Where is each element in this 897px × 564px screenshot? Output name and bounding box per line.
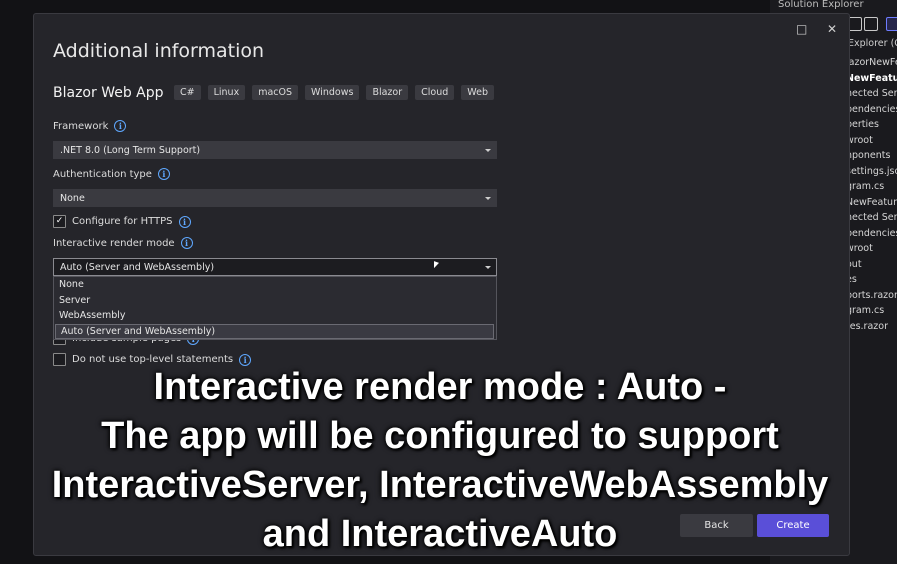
solution-tree: lazorNewFeNewFeaturenected Servpendencie… — [846, 55, 897, 334]
solution-tree-item[interactable]: wroot — [846, 241, 897, 257]
solution-tree-item[interactable]: pendencies — [846, 102, 897, 118]
solution-tree-item[interactable]: gram.cs — [846, 303, 897, 319]
solution-explorer-toolbar — [842, 15, 897, 35]
solution-explorer-search[interactable]: Explorer (C — [848, 38, 897, 49]
caption-line: The app will be configured to support — [101, 415, 779, 457]
auth-label-text: Authentication type — [53, 168, 152, 180]
caption-line: InteractiveServer, InteractiveWebAssembl… — [51, 464, 829, 506]
dialog-title: Additional information — [53, 40, 265, 62]
render-mode-option[interactable]: Server — [54, 293, 496, 309]
template-tag: Windows — [305, 85, 360, 100]
auth-select[interactable]: None — [53, 189, 497, 207]
framework-label-text: Framework — [53, 120, 109, 132]
chevron-down-icon — [485, 197, 491, 200]
solution-tree-item[interactable]: lazorNewFe — [846, 55, 897, 71]
info-icon[interactable]: i — [178, 215, 191, 228]
chevron-down-icon — [485, 266, 491, 269]
render-mode-option[interactable]: Auto (Server and WebAssembly) — [55, 323, 494, 339]
template-tag: C# — [174, 85, 201, 100]
solution-tree-item[interactable]: settings.jso — [846, 164, 897, 180]
solution-explorer-title: Solution Explorer — [778, 0, 864, 10]
project-template-name: Blazor Web App — [53, 85, 164, 101]
solution-tree-item[interactable]: es — [846, 272, 897, 288]
auth-value: None — [60, 193, 85, 204]
chevron-down-icon — [485, 149, 491, 152]
template-tags: C# Linux macOS Windows Blazor Cloud Web — [174, 85, 494, 100]
info-icon[interactable]: i — [157, 168, 170, 180]
render-mode-option[interactable]: None — [54, 277, 496, 293]
solution-tree-item[interactable]: tes.razor — [846, 319, 897, 335]
solution-tree-item[interactable]: nponents — [846, 148, 897, 164]
solution-tree-item[interactable]: pendencies — [846, 226, 897, 242]
caption-line: and InteractiveAuto — [262, 513, 618, 555]
render-mode-option[interactable]: WebAssembly — [54, 308, 496, 324]
close-icon[interactable]: ✕ — [827, 22, 837, 36]
view-toggle-icon[interactable] — [886, 17, 897, 31]
https-checkbox-row[interactable]: ✓ Configure for HTTPS i — [53, 215, 191, 228]
framework-select[interactable]: .NET 8.0 (Long Term Support) — [53, 141, 497, 159]
info-icon[interactable]: i — [180, 237, 193, 249]
solution-tree-item[interactable]: nected Serv — [846, 210, 897, 226]
maximize-icon[interactable]: □ — [796, 22, 807, 36]
solution-tree-item[interactable]: wroot — [846, 133, 897, 149]
https-label: Configure for HTTPS — [72, 216, 173, 227]
solution-tree-item[interactable]: NewFeature — [846, 195, 897, 211]
template-tag: Linux — [207, 85, 246, 100]
collapse-icon[interactable] — [864, 17, 878, 31]
auth-label: Authentication type i — [53, 168, 170, 180]
https-checkbox[interactable]: ✓ — [53, 215, 66, 228]
render-mode-dropdown-list: None Server WebAssembly Auto (Server and We… — [53, 276, 497, 340]
render-mode-label: Interactive render mode i — [53, 237, 193, 249]
mouse-cursor-icon — [434, 261, 439, 270]
solution-tree-item[interactable]: out — [846, 257, 897, 273]
template-tag: Web — [461, 85, 494, 100]
render-mode-select[interactable]: Auto (Server and WebAssembly) — [53, 258, 497, 276]
sync-icon[interactable] — [848, 17, 862, 31]
template-tag: Cloud — [415, 85, 455, 100]
solution-tree-item[interactable]: NewFeature — [846, 71, 897, 87]
solution-tree-item[interactable]: perties — [846, 117, 897, 133]
framework-label: Framework i — [53, 120, 127, 132]
render-mode-label-text: Interactive render mode — [53, 237, 175, 249]
framework-value: .NET 8.0 (Long Term Support) — [60, 145, 201, 156]
solution-tree-item[interactable]: ports.razor — [846, 288, 897, 304]
info-icon[interactable]: i — [114, 120, 127, 132]
render-mode-value: Auto (Server and WebAssembly) — [60, 262, 215, 273]
video-caption: Interactive render mode : Auto - The app… — [0, 363, 880, 559]
solution-tree-item[interactable]: gram.cs — [846, 179, 897, 195]
caption-line: Interactive render mode : Auto - — [153, 366, 727, 408]
template-tag: macOS — [252, 85, 299, 100]
template-tag: Blazor — [366, 85, 409, 100]
solution-tree-item[interactable]: nected Serv — [846, 86, 897, 102]
